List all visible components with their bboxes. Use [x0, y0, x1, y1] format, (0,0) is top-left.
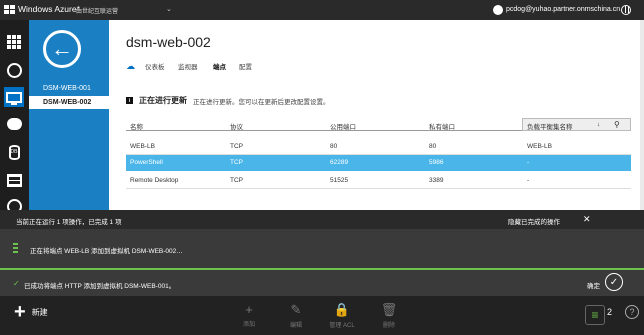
cell-protocol: TCP — [230, 177, 243, 184]
cell-private-port: 80 — [429, 143, 437, 150]
cell-lb-set: - — [527, 159, 530, 166]
tab-monitor[interactable]: 监视器 — [178, 61, 198, 71]
info-icon: i — [126, 97, 133, 104]
new-button[interactable]: + 新建 — [14, 301, 48, 323]
windows-logo-icon — [4, 4, 15, 14]
table-row[interactable]: WEB-LB TCP 80 80 WEB-LB — [126, 139, 631, 155]
column-header-private-port[interactable]: 私有端口 — [429, 121, 455, 131]
plus-icon: + — [14, 301, 26, 323]
operations-icon[interactable]: ≡ — [585, 305, 605, 325]
azure-brand[interactable]: Windows Azure* — [4, 4, 80, 14]
tab-dashboard[interactable]: 仪表板 — [145, 61, 165, 71]
update-notice: i 正在进行更新 正在进行更新。您可以在更新后更改配置设置。 — [126, 93, 631, 108]
ok-check-button[interactable]: ✓ — [605, 273, 623, 291]
cell-name: Remote Desktop — [130, 177, 179, 184]
chevron-down-icon[interactable]: ⌄ — [166, 5, 172, 13]
column-header-protocol[interactable]: 协议 — [230, 121, 243, 131]
new-label: 新建 — [31, 307, 48, 317]
user-account[interactable]: pcdog@yuhao.partner.onmschina.cn — [506, 6, 620, 13]
tab-endpoints[interactable]: 端点 — [213, 61, 226, 71]
cell-lb-set: WEB-LB — [527, 143, 552, 150]
operations-count: 2 — [607, 307, 613, 317]
delete-label: 删除 — [382, 323, 395, 329]
column-header-name[interactable]: 名称 — [130, 121, 143, 131]
command-bar: + 新建 + 添加 ✎ 编辑 🔒 管理 ACL 🗑 删除 ≡ 2 ? — [0, 296, 644, 335]
notice-title: 正在进行更新 — [139, 96, 187, 105]
lock-icon: 🔒 — [333, 302, 351, 317]
vm-list-panel: ← DSM-WEB-001 DSM-WEB-002 — [29, 20, 109, 210]
success-check-icon: ✓ — [13, 279, 20, 288]
add-button[interactable]: + 添加 — [234, 302, 264, 328]
storage-icon[interactable] — [4, 170, 24, 190]
cell-lb-set: - — [527, 177, 530, 184]
running-operation: 正在将端点 WEB-LB 添加到虚拟机 DSM-WEB-002… — [0, 229, 644, 270]
completed-operation: ✓ 已成功将端点 HTTP 添加到虚拟机 DSM-WEB-001。 确定 ✓ — [0, 270, 644, 296]
cell-private-port: 5986 — [429, 159, 444, 166]
column-header-public-port[interactable]: 公用端口 — [330, 121, 356, 131]
add-label: 添加 — [242, 322, 255, 328]
running-operation-text: 正在将端点 WEB-LB 添加到虚拟机 DSM-WEB-002… — [30, 248, 183, 255]
service-rail: DB — [0, 20, 29, 214]
acl-label: 管理 ACL — [329, 323, 355, 329]
globe-icon[interactable] — [621, 5, 631, 15]
column-header-lb-set[interactable]: 负载平衡集名称 — [527, 121, 573, 131]
operations-header: 当前正在运行 1 项操作，已完成 1 项 隐藏已完成的操作 ✕ — [0, 210, 644, 229]
progress-icon — [13, 243, 18, 253]
cell-protocol: TCP — [230, 143, 243, 150]
cell-public-port: 80 — [330, 143, 338, 150]
plus-icon: + — [245, 302, 253, 317]
cell-protocol: TCP — [230, 159, 243, 166]
search-icon[interactable]: ⚲ — [614, 120, 620, 129]
back-arrow-icon[interactable]: ← — [43, 30, 81, 68]
table-header: 名称 协议 公用端口 私有端口 负载平衡集名称 ↓ ⚲ — [126, 118, 631, 131]
main-content: dsm-web-002 ☁ 仪表板 监视器 端点 配置 i 正在进行更新 正在进… — [109, 20, 644, 210]
close-icon[interactable]: ✕ — [583, 214, 591, 225]
cell-name: WEB-LB — [130, 143, 155, 150]
all-items-icon[interactable] — [4, 32, 24, 52]
virtual-machines-icon[interactable] — [4, 87, 24, 107]
delete-button[interactable]: 🗑 删除 — [374, 302, 404, 329]
vm-list-item[interactable]: DSM-WEB-001 — [43, 85, 91, 92]
table-row[interactable]: Remote Desktop TCP 51525 3389 - — [126, 173, 631, 189]
sort-arrow-icon[interactable]: ↓ — [597, 121, 600, 128]
trash-icon: 🗑 — [380, 302, 398, 317]
brand-label: Windows Azure* — [18, 4, 80, 14]
sql-database-icon[interactable]: DB — [4, 142, 24, 162]
edit-label: 编辑 — [289, 323, 302, 329]
user-avatar-icon[interactable] — [493, 5, 503, 15]
completed-operation-text: 已成功将端点 HTTP 添加到虚拟机 DSM-WEB-001。 — [24, 283, 176, 290]
table-row-selected[interactable]: PowerShell TCP 62289 5986 - — [126, 155, 631, 171]
edit-button[interactable]: ✎ 编辑 — [281, 302, 311, 329]
cloud-services-icon[interactable] — [4, 114, 24, 134]
hide-completed-link[interactable]: 隐藏已完成的操作 — [508, 216, 560, 226]
top-bar: Windows Azure* 由世纪互联运营 ⌄ pcdog@yuhao.par… — [0, 0, 644, 20]
quickstart-cloud-icon[interactable]: ☁ — [126, 61, 135, 72]
help-icon[interactable]: ? — [625, 305, 639, 319]
ok-label[interactable]: 确定 — [587, 280, 600, 290]
manage-acl-button[interactable]: 🔒 管理 ACL — [327, 302, 357, 329]
vm-list-item-selected[interactable]: DSM-WEB-002 — [29, 96, 109, 109]
operations-summary: 当前正在运行 1 项操作，已完成 1 项 — [16, 219, 122, 226]
subscription-label: 由世纪互联运营 — [76, 9, 119, 15]
notice-message: 正在进行更新。您可以在更新后更改配置设置。 — [193, 98, 330, 106]
cell-public-port: 62289 — [330, 159, 349, 166]
cell-name: PowerShell — [130, 159, 163, 166]
websites-icon[interactable] — [4, 60, 24, 80]
cell-public-port: 51525 — [330, 177, 349, 184]
pencil-icon: ✎ — [290, 302, 302, 317]
vertical-scrollbar[interactable] — [640, 20, 644, 210]
tab-configure[interactable]: 配置 — [239, 61, 252, 71]
cell-private-port: 3389 — [429, 177, 444, 184]
page-title: dsm-web-002 — [126, 34, 211, 50]
